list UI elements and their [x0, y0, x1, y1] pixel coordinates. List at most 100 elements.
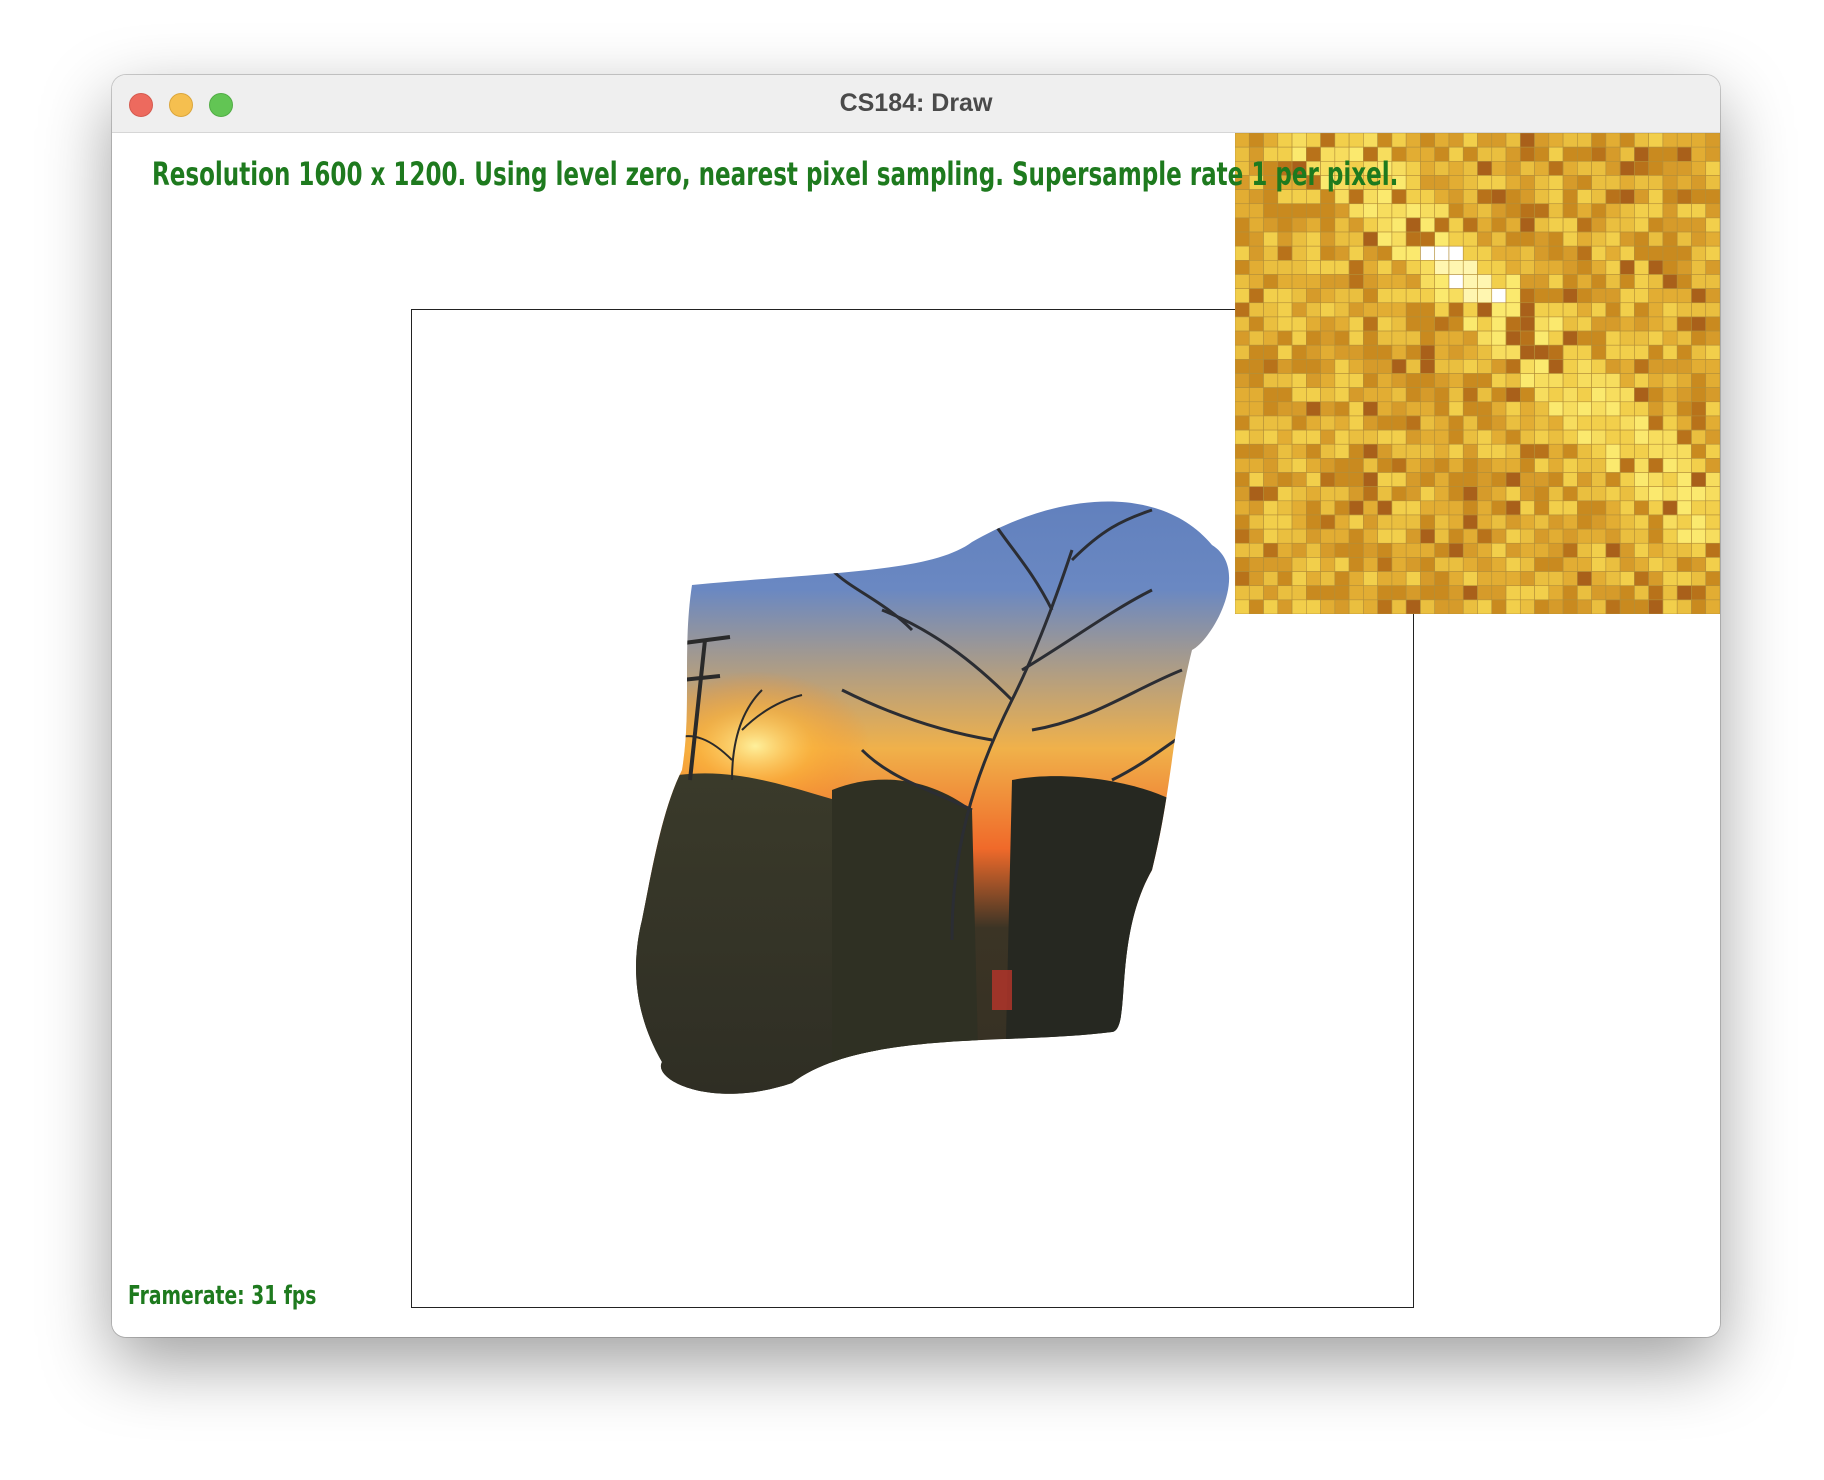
zoom-pixel	[1577, 387, 1592, 403]
zoom-pixel	[1363, 316, 1378, 332]
zoom-pixel	[1548, 344, 1564, 360]
zoom-pixel	[1562, 599, 1578, 614]
zoom-pixel	[1248, 401, 1264, 417]
zoom-pixel	[1548, 585, 1564, 601]
zoom-pixel	[1405, 458, 1421, 473]
zoom-pixel	[1263, 302, 1279, 318]
zoom-pixel	[1534, 160, 1550, 176]
zoom-pixel	[1519, 387, 1535, 403]
zoom-pixel	[1377, 571, 1393, 587]
zoom-pixel	[1477, 458, 1493, 473]
zoom-pixel	[1591, 189, 1607, 205]
zoom-pixel	[1377, 528, 1393, 544]
zoom-pixel	[1248, 245, 1264, 261]
zoom-pixel	[1676, 203, 1692, 219]
zoom-pixel	[1605, 571, 1621, 587]
zoom-pixel	[1691, 217, 1707, 233]
zoom-pixel	[1548, 387, 1564, 403]
zoom-pixel	[1291, 274, 1307, 289]
zoom-pixel	[1448, 175, 1464, 190]
zoom-pixel	[1705, 514, 1720, 530]
zoom-pixel	[1348, 316, 1364, 332]
zoom-pixel	[1548, 415, 1564, 431]
zoom-pixel	[1348, 557, 1364, 572]
zoom-pixel	[1248, 585, 1264, 601]
zoom-pixel	[1591, 316, 1607, 332]
zoom-pixel	[1548, 401, 1564, 417]
zoom-pixel	[1377, 288, 1393, 304]
zoom-pixel	[1405, 146, 1421, 162]
zoom-pixel	[1562, 245, 1578, 261]
zoom-pixel	[1491, 557, 1507, 572]
zoom-pixel	[1306, 373, 1321, 388]
zoom-pixel	[1519, 288, 1535, 304]
zoom-pixel	[1320, 599, 1336, 614]
zoom-pixel	[1462, 542, 1478, 558]
zoom-pixel	[1491, 203, 1507, 219]
zoom-pixel	[1562, 175, 1578, 190]
zoom-pixel	[1320, 359, 1336, 374]
zoom-pixel	[1391, 500, 1407, 516]
zoom-pixel	[1477, 260, 1493, 275]
zoom-pixel	[1277, 443, 1293, 459]
zoom-pixel	[1662, 514, 1678, 530]
zoom-pixel	[1548, 302, 1564, 318]
zoom-pixel	[1363, 260, 1378, 275]
zoom-pixel	[1548, 189, 1564, 205]
zoom-pixel	[1477, 557, 1493, 572]
zoom-pixel	[1291, 557, 1307, 572]
zoom-pixel	[1405, 316, 1421, 332]
zoom-pixel	[1562, 387, 1578, 403]
zoom-pixel	[1619, 443, 1635, 459]
zoom-pixel	[1591, 217, 1607, 233]
zoom-pixel	[1605, 472, 1621, 487]
zoom-pixel	[1462, 146, 1478, 162]
zoom-pixel	[1577, 203, 1592, 219]
draw-viewport[interactable]: Resolution 1600 x 1200. Using level zero…	[112, 133, 1720, 1337]
zoom-pixel	[1391, 344, 1407, 360]
zoom-pixel	[1591, 302, 1607, 318]
zoom-pixel	[1591, 443, 1607, 459]
zoom-pixel	[1405, 260, 1421, 275]
zoom-pixel	[1462, 217, 1478, 233]
zoom-pixel	[1605, 175, 1621, 190]
zoom-pixel	[1405, 359, 1421, 374]
zoom-pixel	[1648, 189, 1664, 205]
zoom-pixel	[1235, 231, 1250, 247]
zoom-pixel	[1320, 585, 1336, 601]
zoom-pixel	[1363, 542, 1378, 558]
zoom-pixel	[1505, 599, 1521, 614]
zoom-pixel	[1377, 599, 1393, 614]
zoom-pixel	[1363, 500, 1378, 516]
zoom-pixel	[1306, 288, 1321, 304]
zoom-pixel	[1377, 359, 1393, 374]
zoom-pixel	[1462, 359, 1478, 374]
zoom-pixel	[1420, 528, 1436, 544]
zoom-pixel	[1462, 443, 1478, 459]
zoom-pixel	[1648, 288, 1664, 304]
zoom-pixel	[1534, 500, 1550, 516]
zoom-pixel	[1619, 231, 1635, 247]
zoom-pixel	[1562, 458, 1578, 473]
zoom-pixel	[1420, 302, 1436, 318]
zoom-pixel	[1619, 330, 1635, 346]
zoom-pixel	[1577, 189, 1592, 205]
zoom-pixel	[1248, 133, 1264, 148]
zoom-pixel	[1634, 245, 1649, 261]
zoom-pixel	[1562, 160, 1578, 176]
zoom-pixel	[1548, 599, 1564, 614]
zoom-pixel	[1491, 486, 1507, 502]
title-bar[interactable]: CS184: Draw	[112, 75, 1720, 133]
zoom-pixel	[1491, 415, 1507, 431]
zoom-pixel	[1577, 585, 1592, 601]
zoom-pixel	[1420, 443, 1436, 459]
zoom-pixel	[1648, 175, 1664, 190]
zoom-pixel	[1348, 571, 1364, 587]
zoom-pixel	[1434, 344, 1450, 360]
zoom-pixel	[1477, 274, 1493, 289]
zoom-pixel	[1235, 245, 1250, 261]
zoom-pixel	[1248, 571, 1264, 587]
zoom-pixel	[1477, 316, 1493, 332]
zoom-pixel	[1662, 528, 1678, 544]
zoom-pixel	[1320, 260, 1336, 275]
